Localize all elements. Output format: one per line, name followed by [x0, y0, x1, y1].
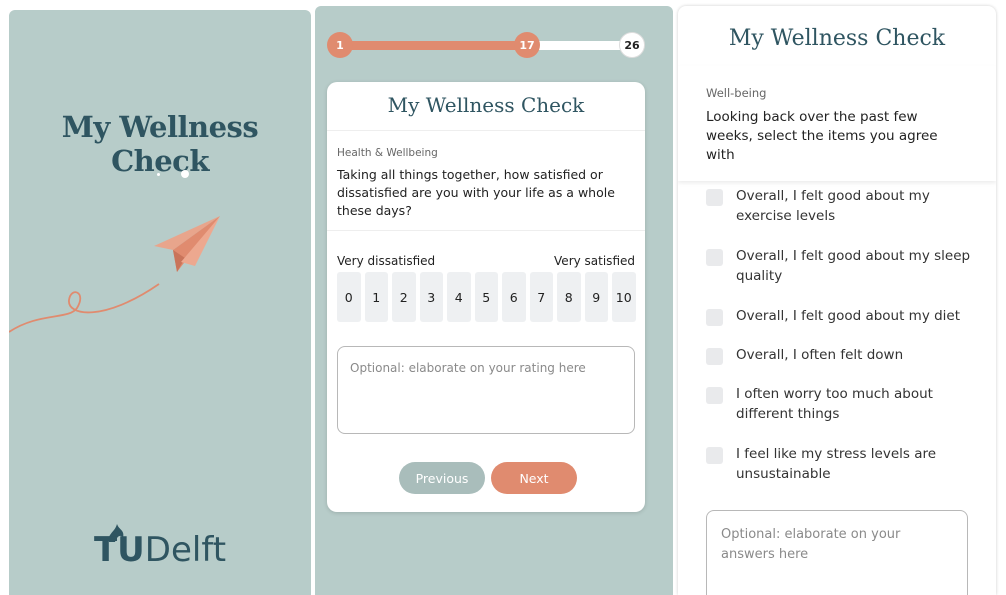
progress-step-total: 26 [619, 32, 645, 58]
progress-step-start: 1 [327, 32, 353, 58]
scale-option-0[interactable]: 0 [337, 272, 361, 322]
checklist-item-label: Overall, I often felt down [736, 347, 904, 363]
checklist-item[interactable]: Overall, I felt good about my exercise l… [706, 186, 976, 226]
scale-labels: Very dissatisfied Very satisfied [337, 254, 635, 268]
scale-high-label: Very satisfied [554, 254, 635, 268]
progress-bar [339, 41, 633, 50]
page-dot-active[interactable] [181, 170, 189, 178]
checkbox[interactable] [706, 387, 723, 404]
next-button[interactable]: Next [491, 462, 577, 494]
checklist-item-label: I often worry too much about different t… [736, 386, 933, 422]
progress-fill [339, 41, 527, 50]
rating-comment-input[interactable]: Optional: elaborate on your rating here [337, 346, 635, 434]
checklist-item[interactable]: I feel like my stress levels are unsusta… [706, 444, 976, 484]
scale-option-8[interactable]: 8 [557, 272, 581, 322]
scale-option-4[interactable]: 4 [447, 272, 471, 322]
logo-tu: TU [93, 530, 145, 570]
scale-option-9[interactable]: 9 [584, 272, 608, 322]
checkbox[interactable] [706, 189, 723, 206]
splash-screen: My Wellness Check TUDelft [9, 10, 311, 595]
card-app-title: My Wellness Check [327, 82, 645, 131]
progress-step-current: 17 [514, 32, 540, 58]
checkbox[interactable] [706, 309, 723, 326]
scale-option-3[interactable]: 3 [419, 272, 443, 322]
page-dot-inactive[interactable] [157, 173, 160, 176]
checklist-item-label: I feel like my stress levels are unsusta… [736, 446, 937, 482]
checklist-prompt: Looking back over the past few weeks, se… [706, 109, 938, 163]
scale-option-7[interactable]: 7 [529, 272, 553, 322]
scale-option-1[interactable]: 1 [364, 272, 388, 322]
question-category: Health & Wellbeing [337, 147, 438, 159]
checkbox[interactable] [706, 249, 723, 266]
tu-delft-logo: TUDelft [9, 530, 311, 570]
checklist-screen: My Wellness Check Well-being Looking bac… [678, 6, 996, 595]
checklist-intro: Well-being Looking back over the past fe… [678, 66, 996, 181]
question-block: Health & Wellbeing Taking all things tog… [327, 131, 645, 231]
logo-delft: Delft [144, 530, 227, 570]
question-card: My Wellness Check Health & Wellbeing Tak… [327, 82, 645, 512]
checkbox[interactable] [706, 348, 723, 365]
checklist-item[interactable]: Overall, I felt good about my diet [706, 306, 960, 326]
paper-plane-icon [9, 216, 220, 333]
checklist-item-label: Overall, I felt good about my exercise l… [736, 188, 930, 224]
scale-low-label: Very dissatisfied [337, 254, 436, 268]
checklist-item[interactable]: I often worry too much about different t… [706, 384, 976, 424]
checkbox[interactable] [706, 447, 723, 464]
checklist-item[interactable]: Overall, I felt good about my sleep qual… [706, 246, 976, 286]
rating-scale: 0 1 2 3 4 5 6 7 8 9 10 [337, 272, 637, 322]
rating-screen: 1 17 26 My Wellness Check Health & Wellb… [315, 6, 673, 595]
scale-option-2[interactable]: 2 [392, 272, 416, 322]
scale-option-6[interactable]: 6 [502, 272, 526, 322]
question-text: Taking all things together, how satisfie… [337, 167, 615, 218]
scale-option-5[interactable]: 5 [474, 272, 498, 322]
scale-option-10[interactable]: 10 [612, 272, 636, 322]
splash-app-title: My Wellness Check [61, 110, 259, 178]
checklist-item[interactable]: Overall, I often felt down [706, 345, 903, 365]
previous-button[interactable]: Previous [399, 462, 485, 494]
checklist-comment-input[interactable]: Optional: elaborate on your answers here [706, 510, 968, 595]
checklist-category: Well-being [706, 86, 767, 100]
checklist-app-title: My Wellness Check [728, 26, 946, 51]
checklist-item-label: Overall, I felt good about my sleep qual… [736, 248, 971, 284]
checklist-item-label: Overall, I felt good about my diet [736, 308, 961, 324]
